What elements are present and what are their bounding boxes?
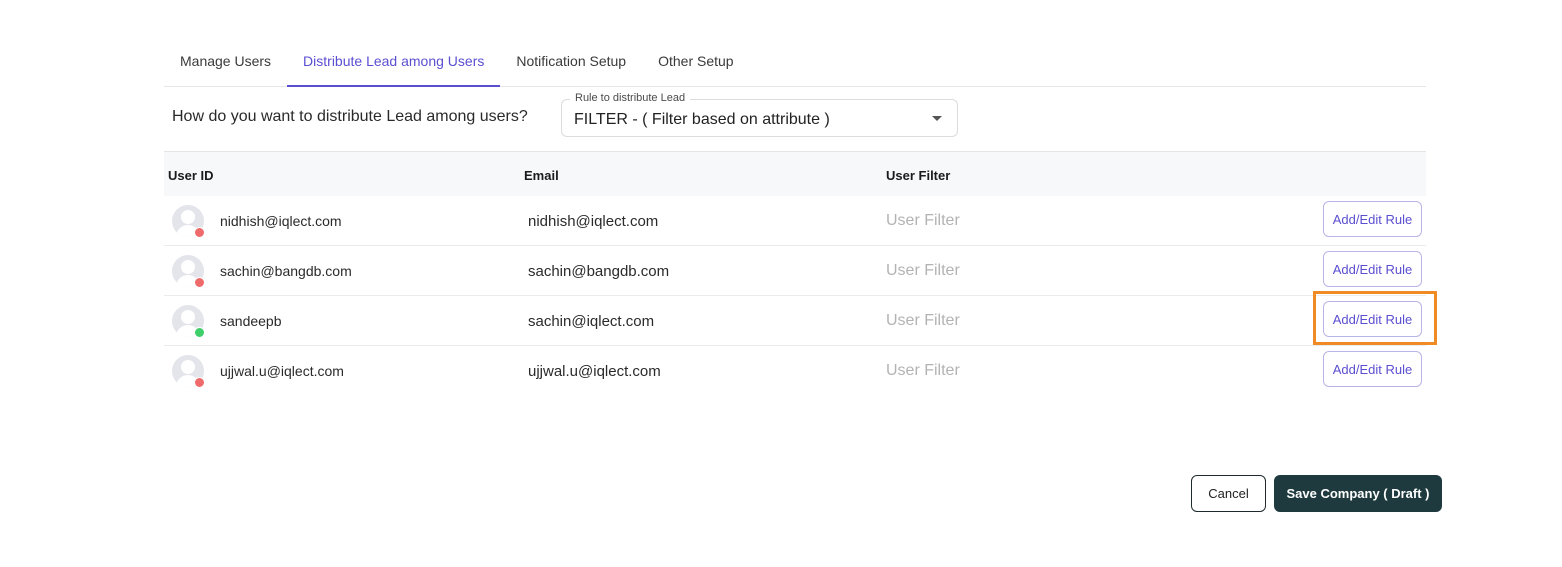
user-email: sachin@bangdb.com xyxy=(528,263,670,280)
header-email: Email xyxy=(524,168,559,183)
user-email: ujjwal.u@iqlect.com xyxy=(528,363,661,380)
save-company-draft-button[interactable]: Save Company ( Draft ) xyxy=(1274,475,1442,512)
user-id: sachin@bangdb.com xyxy=(220,263,352,279)
settings-page: Manage Users Distribute Lead among Users… xyxy=(0,0,1562,567)
user-email: sachin@iqlect.com xyxy=(528,313,655,330)
header-user-filter: User Filter xyxy=(886,168,951,183)
status-dot xyxy=(194,227,205,238)
distribution-question: How do you want to distribute Lead among… xyxy=(172,108,528,125)
user-filter-input[interactable] xyxy=(886,309,1186,333)
header-user-id: User ID xyxy=(168,168,214,183)
table-header: User ID Email User Filter xyxy=(164,151,1426,196)
add-edit-rule-button[interactable]: Add/Edit Rule xyxy=(1323,351,1422,387)
cancel-button[interactable]: Cancel xyxy=(1191,475,1266,512)
avatar-head xyxy=(181,360,195,374)
table-row: ujjwal.u@iqlect.com ujjwal.u@iqlect.com … xyxy=(164,346,1426,396)
status-dot xyxy=(194,277,205,288)
tab-other-setup[interactable]: Other Setup xyxy=(642,36,750,86)
status-dot xyxy=(194,377,205,388)
user-email: nidhish@iqlect.com xyxy=(528,213,659,230)
settings-tabs: Manage Users Distribute Lead among Users… xyxy=(164,36,1426,87)
avatar-head xyxy=(181,310,195,324)
add-edit-rule-button[interactable]: Add/Edit Rule xyxy=(1323,251,1422,287)
caret-down-icon xyxy=(932,116,942,121)
tab-distribute-lead[interactable]: Distribute Lead among Users xyxy=(287,36,501,87)
users-table: User ID Email User Filter nidhish@iqlect… xyxy=(164,151,1426,396)
user-filter-input[interactable] xyxy=(886,209,1186,233)
user-id: nidhish@iqlect.com xyxy=(220,213,342,229)
status-dot xyxy=(194,327,205,338)
table-row: nidhish@iqlect.com nidhish@iqlect.com Ad… xyxy=(164,196,1426,246)
distribution-rule-select[interactable]: Rule to distribute Lead FILTER - ( Filte… xyxy=(561,92,958,137)
table-row: sachin@bangdb.com sachin@bangdb.com Add/… xyxy=(164,246,1426,296)
add-edit-rule-button[interactable]: Add/Edit Rule xyxy=(1323,201,1422,237)
table-row: sandeepb sachin@iqlect.com Add/Edit Rule xyxy=(164,296,1426,346)
avatar-head xyxy=(181,260,195,274)
user-id: ujjwal.u@iqlect.com xyxy=(220,363,344,379)
distribution-rule-value: FILTER - ( Filter based on attribute ) xyxy=(574,111,830,128)
add-edit-rule-button[interactable]: Add/Edit Rule xyxy=(1323,301,1422,337)
distribution-rule-label: Rule to distribute Lead xyxy=(570,92,691,104)
user-filter-input[interactable] xyxy=(886,359,1186,383)
user-filter-input[interactable] xyxy=(886,259,1186,283)
tab-manage-users[interactable]: Manage Users xyxy=(164,36,287,86)
user-id: sandeepb xyxy=(220,313,282,329)
tab-notification-setup[interactable]: Notification Setup xyxy=(500,36,642,86)
avatar-head xyxy=(181,210,195,224)
